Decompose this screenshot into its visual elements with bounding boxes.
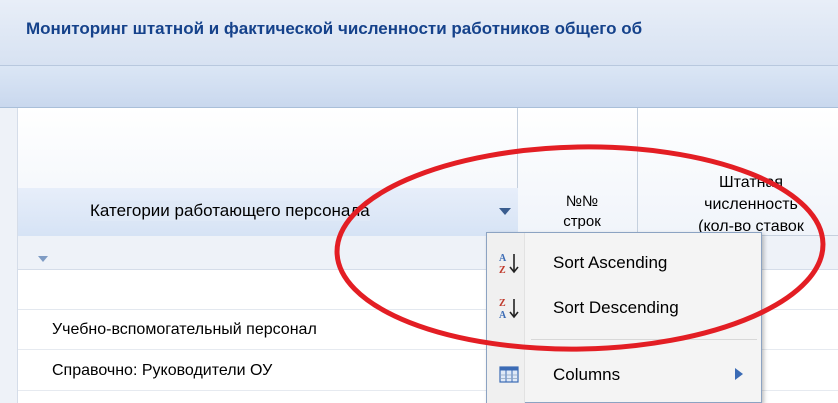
row-category-cell: Учебно-вспомогательный персонал [52, 321, 317, 338]
sort-ascending-icon: A Z [499, 253, 519, 275]
svg-text:A: A [499, 310, 507, 320]
svg-text:Z: Z [499, 265, 506, 275]
window-title-bar: Мониторинг штатной и фактической численн… [0, 0, 838, 66]
sort-descending-icon: Z A [499, 298, 519, 320]
columns-icon [499, 366, 519, 383]
staff-line2: численность [704, 196, 798, 213]
column-header-row-number[interactable]: №№ строк [518, 108, 638, 236]
svg-text:Z: Z [499, 298, 506, 309]
submenu-arrow-icon [735, 368, 743, 380]
column-header-category[interactable]: Категории работающего персонала [18, 108, 518, 236]
row-number-line1: №№ [565, 193, 599, 210]
column-menu-trigger[interactable] [494, 196, 516, 226]
grid-left-strip [0, 108, 18, 403]
column-header-row-number-label: №№ строк [552, 192, 612, 232]
menu-item-sort-ascending[interactable]: A Z Sort Ascending [487, 243, 761, 283]
sort-descending-label: Sort Descending [553, 298, 679, 317]
column-header-staff-count-label: Штатная численность (кол-во ставок [686, 172, 816, 238]
staff-line1: Штатная [718, 174, 784, 191]
column-header-staff-count[interactable]: Штатная численность (кол-во ставок [638, 108, 838, 236]
column-context-menu: A Z Sort Ascending Z A Sort Descending C… [486, 232, 762, 403]
toolbar [0, 66, 838, 108]
columns-label: Columns [553, 365, 621, 384]
column-header-category-label: Категории работающего персонала [90, 201, 370, 221]
row-number-line2: строк [563, 213, 601, 230]
expand-caret-icon[interactable] [38, 256, 48, 262]
svg-text:A: A [499, 253, 507, 264]
page-title: Мониторинг штатной и фактической численн… [26, 19, 643, 38]
menu-separator [531, 339, 757, 340]
grid-header-row: Категории работающего персонала №№ строк… [18, 108, 838, 236]
sort-ascending-label: Sort Ascending [553, 253, 668, 272]
row-category-cell: Справочно: Руководители ОУ [52, 362, 273, 379]
menu-item-columns[interactable]: Columns [487, 355, 761, 395]
menu-item-sort-descending[interactable]: Z A Sort Descending [487, 288, 761, 328]
chevron-down-icon [499, 207, 511, 215]
